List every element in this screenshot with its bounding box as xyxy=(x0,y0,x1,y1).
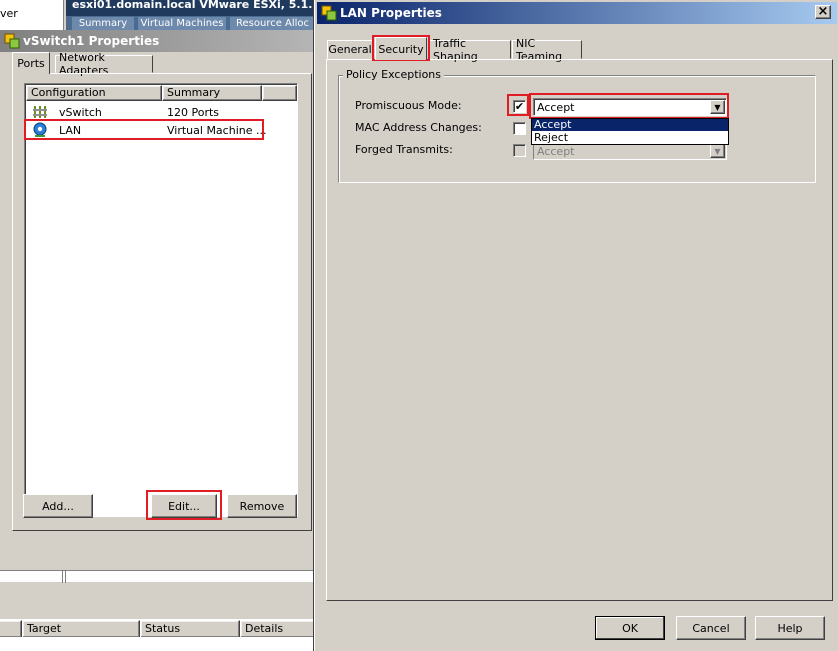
host-title-text: esxi01.domain.local VMware ESXi, 5.1.0, … xyxy=(72,0,316,11)
inventory-fragment: ver xyxy=(0,0,64,30)
tasks-column-details[interactable]: Details xyxy=(240,620,316,638)
list-row-vswitch[interactable]: vSwitch 120 Ports xyxy=(26,104,296,121)
tab-security[interactable]: Security xyxy=(375,37,427,60)
tasks-column-target-label: Target xyxy=(27,622,62,635)
ports-list[interactable]: Configuration Summary vSwitch 120 Ports … xyxy=(24,83,298,517)
remove-button[interactable]: Remove xyxy=(227,494,297,518)
tasks-list xyxy=(0,637,314,651)
port-group-icon xyxy=(32,122,48,138)
tab-ports[interactable]: Ports xyxy=(12,52,50,74)
tab-network-adapters[interactable]: Network Adapters xyxy=(55,51,153,77)
tasks-column-status[interactable]: Status xyxy=(140,620,240,638)
list-row-config: LAN xyxy=(59,124,82,137)
tab-traffic-shaping[interactable]: Traffic Shaping xyxy=(429,37,511,63)
tasks-column-status-label: Status xyxy=(145,622,181,635)
lan-properties-dialog: LAN Properties × General Security Traffi… xyxy=(314,0,838,651)
list-row-summary: Virtual Machine ... xyxy=(167,124,267,137)
promiscuous-mode-value: Accept xyxy=(537,101,575,114)
vsphere-app-icon xyxy=(4,33,20,49)
forged-transmits-label: Forged Transmits: xyxy=(355,143,453,156)
forged-transmits-value: Accept xyxy=(537,145,575,158)
splitter-handle xyxy=(62,571,66,583)
host-title-bar: esxi01.domain.local VMware ESXi, 5.1.0, … xyxy=(66,0,316,16)
dropdown-option-accept[interactable]: Accept xyxy=(532,119,728,131)
mac-address-changes-label: MAC Address Changes: xyxy=(355,121,482,134)
vsphere-app-icon xyxy=(321,5,337,21)
column-header-spacer xyxy=(262,85,297,101)
list-row-lan[interactable]: LAN Virtual Machine ... xyxy=(26,122,296,140)
column-header-configuration[interactable]: Configuration xyxy=(26,85,162,101)
list-row-config: vSwitch xyxy=(59,106,102,119)
list-row-summary: 120 Ports xyxy=(167,106,220,119)
host-tab-virtual-machines[interactable]: Virtual Machines xyxy=(138,17,226,30)
promiscuous-mode-label: Promiscuous Mode: xyxy=(355,99,462,112)
add-button[interactable]: Add... xyxy=(23,494,93,518)
edit-button[interactable]: Edit... xyxy=(151,494,217,518)
cancel-button[interactable]: Cancel xyxy=(676,616,746,640)
host-tab-resource-allocation[interactable]: Resource Alloc xyxy=(230,17,314,30)
vswitch-title-text: vSwitch1 Properties xyxy=(23,34,160,48)
dropdown-option-reject-label: Reject xyxy=(534,131,569,144)
help-button[interactable]: Help xyxy=(755,616,825,640)
vswitch-properties-dialog: vSwitch1 Properties Ports Network Adapte… xyxy=(0,30,314,590)
lan-title-text: LAN Properties xyxy=(340,6,442,20)
promiscuous-mode-select[interactable]: Accept ▼ xyxy=(533,98,727,116)
tab-nic-teaming[interactable]: NIC Teaming xyxy=(512,37,582,63)
tasks-column-target[interactable]: Target xyxy=(22,620,140,638)
column-header-configuration-label: Configuration xyxy=(31,86,106,99)
dropdown-option-accept-label: Accept xyxy=(534,118,572,131)
vswitch-icon xyxy=(32,104,48,120)
background-tasks-pane: Target Status Details xyxy=(0,570,316,651)
tasks-header: Target Status Details xyxy=(0,619,316,638)
tab-general[interactable]: General xyxy=(327,40,373,59)
column-header-summary-label: Summary xyxy=(167,86,221,99)
mac-address-changes-checkbox[interactable] xyxy=(513,122,526,135)
column-header-summary[interactable]: Summary xyxy=(162,85,262,101)
vswitch-title-bar: vSwitch1 Properties xyxy=(0,30,314,52)
lan-title-bar: LAN Properties xyxy=(317,2,837,24)
promiscuous-mode-checkbox[interactable]: ✔ xyxy=(513,100,526,113)
tasks-column-details-label: Details xyxy=(245,622,284,635)
forged-transmits-checkbox[interactable] xyxy=(513,144,526,157)
dropdown-option-reject[interactable]: Reject xyxy=(532,132,728,144)
policy-exceptions-title: Policy Exceptions xyxy=(343,68,445,81)
tasks-splitter xyxy=(0,570,314,583)
tasks-column-blank xyxy=(0,620,22,638)
ok-button[interactable]: OK xyxy=(595,616,665,640)
chevron-down-icon[interactable]: ▼ xyxy=(710,100,725,114)
promiscuous-mode-dropdown-list[interactable]: Accept Reject xyxy=(531,118,729,145)
close-icon[interactable]: × xyxy=(815,5,831,19)
host-tab-summary[interactable]: Summary xyxy=(72,17,134,30)
chevron-down-icon[interactable]: ▼ xyxy=(710,144,725,158)
inventory-fragment-text: ver xyxy=(0,7,18,20)
